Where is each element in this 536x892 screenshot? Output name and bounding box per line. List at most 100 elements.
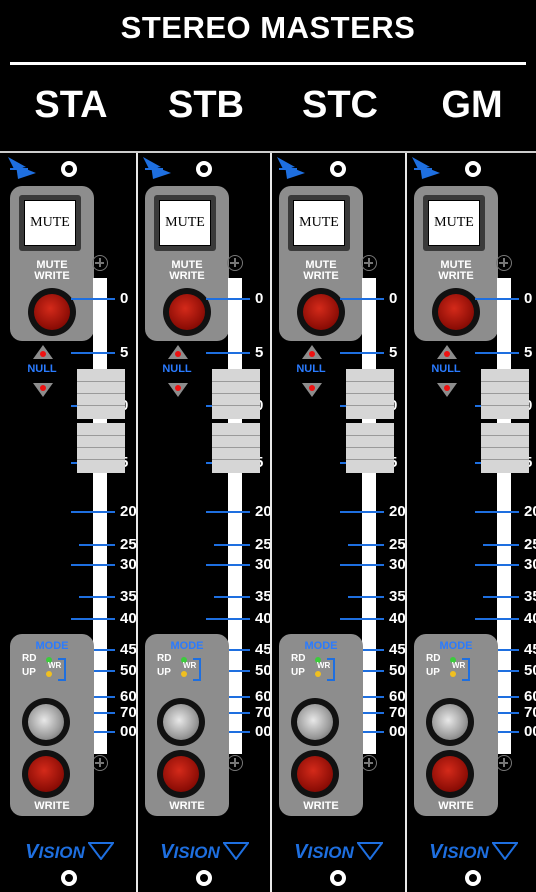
scale-label: 50 <box>524 662 536 679</box>
scale-label: 35 <box>524 588 536 605</box>
screw-icon <box>61 161 77 177</box>
write-label: WRITE <box>438 800 474 812</box>
header: STEREO MASTERS STA STB STC GM <box>0 0 536 152</box>
mute-write-button[interactable] <box>297 288 345 336</box>
scale-label: 25 <box>389 536 406 553</box>
write-button[interactable] <box>22 750 70 798</box>
up-led <box>315 671 321 677</box>
mute-panel: MUTE MUTE WRITE <box>414 186 498 341</box>
mute-write-button[interactable] <box>432 288 480 336</box>
null-down-led <box>444 385 450 391</box>
null-down-led <box>40 385 46 391</box>
write-button[interactable] <box>157 750 205 798</box>
scale-tick <box>475 511 519 513</box>
write-label: WRITE <box>34 800 70 812</box>
mute-write-button[interactable] <box>28 288 76 336</box>
fader-track[interactable] <box>362 278 376 754</box>
rd-label: RD <box>157 653 172 664</box>
scale-tick <box>475 618 519 620</box>
vision-triangle-icon <box>86 842 115 865</box>
scale-label: 30 <box>120 556 137 573</box>
fader-cap[interactable] <box>77 369 125 473</box>
mute-button[interactable]: MUTE <box>154 195 216 251</box>
mode-bracket <box>58 658 66 681</box>
mute-button[interactable]: MUTE <box>19 195 81 251</box>
mute-button[interactable]: MUTE <box>288 195 350 251</box>
fader-track[interactable] <box>93 278 107 754</box>
scale-tick <box>483 596 519 598</box>
vision-logo-text: ISION <box>307 843 354 862</box>
write-button[interactable] <box>291 750 339 798</box>
null-up-led <box>40 351 46 357</box>
scale-label: 60 <box>524 688 536 705</box>
scale-tick <box>340 511 384 513</box>
up-label: UP <box>22 667 36 678</box>
mode-button[interactable] <box>291 698 339 746</box>
up-led <box>46 671 52 677</box>
fader-cap-groove <box>212 393 260 394</box>
mute-write-button[interactable] <box>163 288 211 336</box>
scale-label: 45 <box>120 641 137 658</box>
null-indicator: NULL <box>25 345 59 405</box>
scale-label: 35 <box>389 588 406 605</box>
mute-button[interactable]: MUTE <box>423 195 485 251</box>
mute-write-label: WRITE <box>438 270 474 282</box>
write-button[interactable] <box>426 750 474 798</box>
mute-panel: MUTE MUTE WRITE <box>145 186 229 341</box>
mode-panel: MODE RD WR UP WRITE <box>279 634 363 816</box>
scale-label: 45 <box>389 641 406 658</box>
scale-tick <box>71 298 115 300</box>
scale-label: 00 <box>389 723 406 740</box>
fader-cap-groove <box>346 405 394 406</box>
fader-cap-upper <box>346 369 394 419</box>
mode-button[interactable] <box>22 698 70 746</box>
fader-cap-groove <box>481 405 529 406</box>
up-led <box>450 671 456 677</box>
screw-icon <box>330 870 346 886</box>
fader-track[interactable] <box>228 278 242 754</box>
mode-label: MODE <box>439 640 473 652</box>
strip-divider <box>270 153 272 892</box>
scale-label: 60 <box>120 688 137 705</box>
fader-cap[interactable] <box>212 369 260 473</box>
fader-track[interactable] <box>497 278 511 754</box>
null-down-led <box>309 385 315 391</box>
fader-cap-lower <box>77 423 125 473</box>
screw-icon <box>196 870 212 886</box>
null-up-led <box>444 351 450 357</box>
mode-panel: MODE RD WR UP WRITE <box>145 634 229 816</box>
fader-cap[interactable] <box>481 369 529 473</box>
null-down-led <box>175 385 181 391</box>
scale-label: 40 <box>120 610 137 627</box>
fader-cap-upper <box>77 369 125 419</box>
channel-strip-stb: MUTEMUTEWRITENULL05052025303540455060700… <box>138 153 272 892</box>
scale-tick <box>71 618 115 620</box>
arrow-icon <box>410 155 446 181</box>
scale-tick <box>79 596 115 598</box>
vision-triangle-icon <box>490 842 519 865</box>
scale-label: 5 <box>389 344 398 361</box>
scale-label: 70 <box>524 704 536 721</box>
scale-tick <box>475 352 519 354</box>
scale-label: 35 <box>120 588 137 605</box>
vision-triangle-icon <box>221 842 250 865</box>
scale-tick <box>206 298 250 300</box>
fader-cap[interactable] <box>346 369 394 473</box>
scale-tick <box>483 544 519 546</box>
mode-panel: MODE RD WR UP WRITE <box>10 634 94 816</box>
mode-button[interactable] <box>157 698 205 746</box>
scale-label: 60 <box>389 688 406 705</box>
scale-tick <box>475 298 519 300</box>
mute-write-label: WRITE <box>169 270 205 282</box>
mode-label: MODE <box>304 640 338 652</box>
fader-cap-groove <box>481 435 529 436</box>
scale-label: 0 <box>389 290 398 307</box>
mode-label: MODE <box>35 640 69 652</box>
screw-icon <box>465 161 481 177</box>
screw-icon <box>196 161 212 177</box>
fader-cap-groove <box>212 381 260 382</box>
fader-cap-groove <box>346 447 394 448</box>
mode-button[interactable] <box>426 698 474 746</box>
mute-button-label: MUTE <box>293 200 345 246</box>
scale-label: 70 <box>389 704 406 721</box>
